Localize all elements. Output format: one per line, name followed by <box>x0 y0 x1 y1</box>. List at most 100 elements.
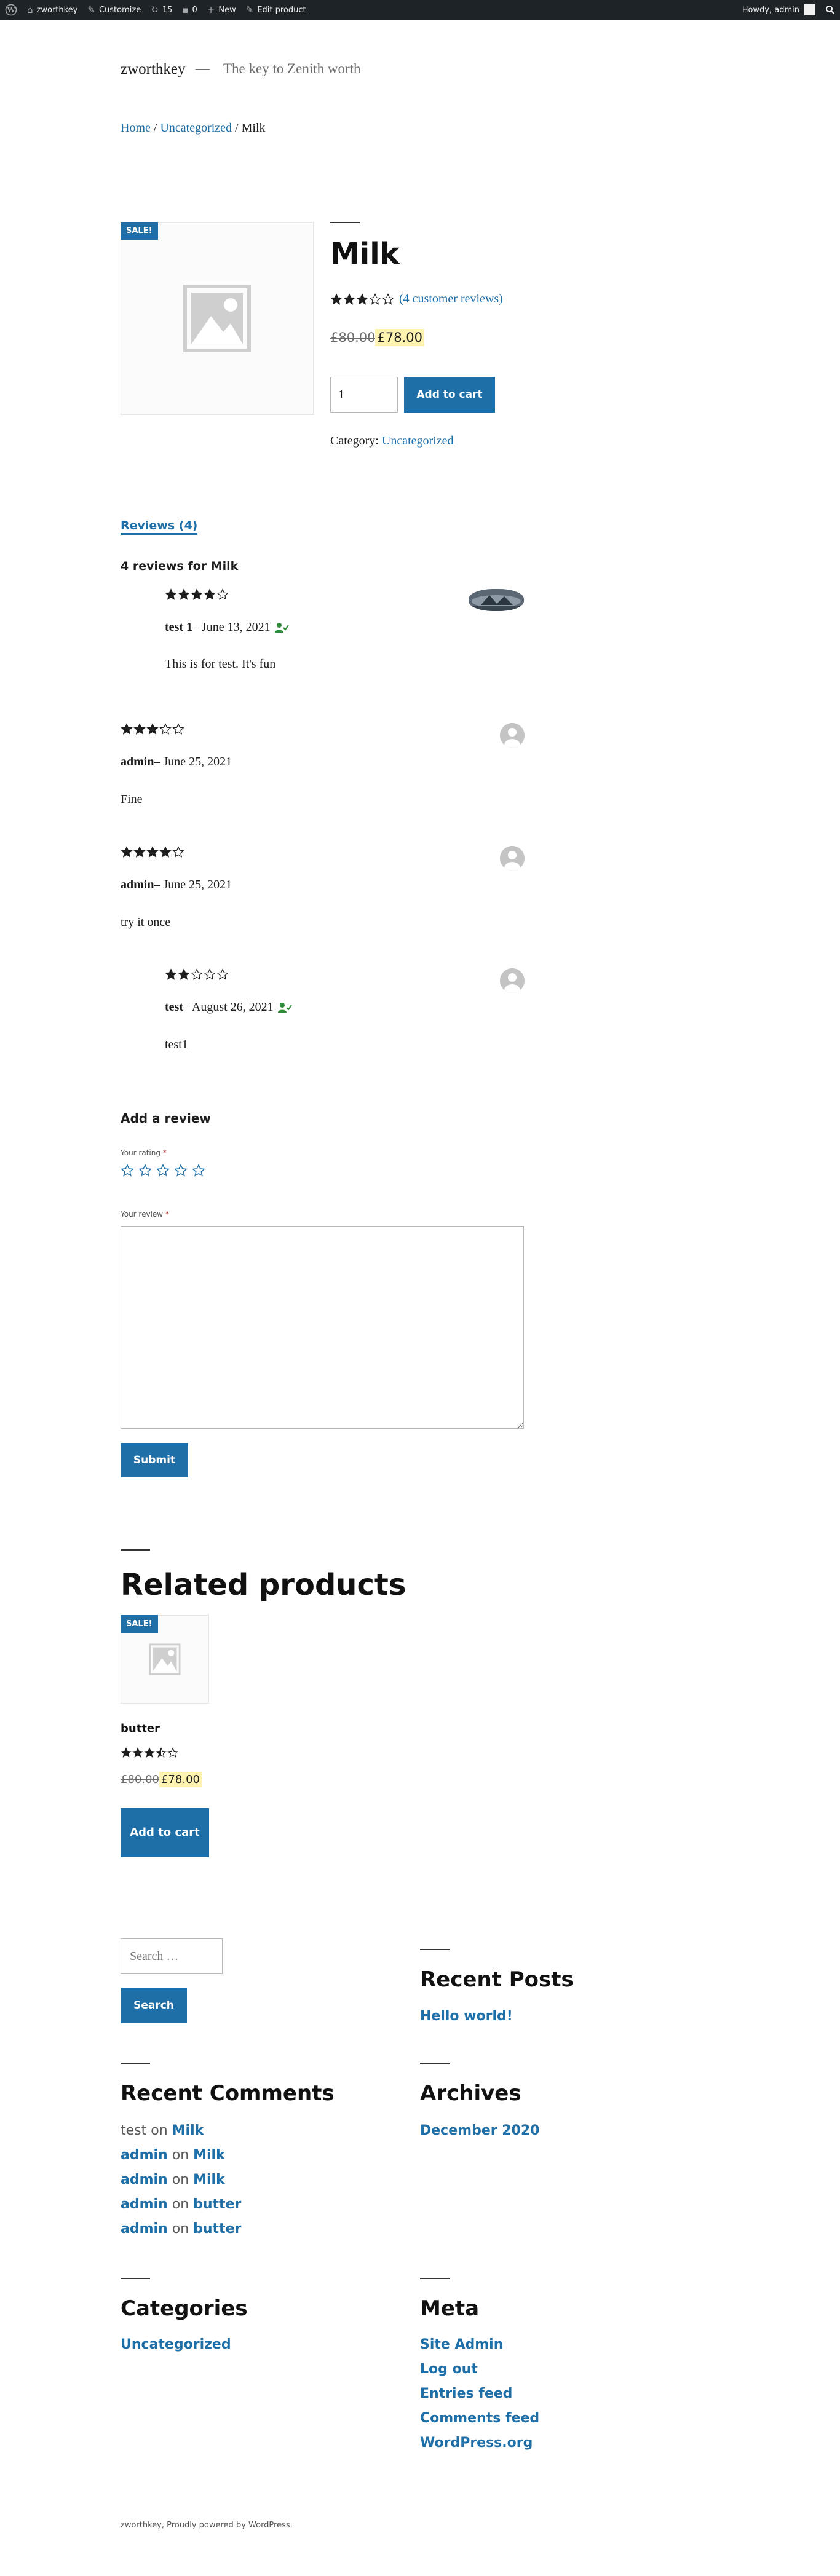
review-textarea[interactable] <box>121 1226 524 1429</box>
meta-list: Site Admin Log out Entries feed Comments… <box>420 2333 539 2455</box>
review-author: test <box>165 1000 183 1014</box>
category-link[interactable]: Uncategorized <box>121 2337 231 2352</box>
related-product-name[interactable]: butter <box>121 1722 160 1735</box>
meta-link-wordpress-org[interactable]: WordPress.org <box>420 2435 533 2451</box>
rate-1-star-button[interactable] <box>121 1164 134 1177</box>
review-meta: test 1 – June 13, 2021 <box>165 620 289 634</box>
recent-comments-list: test on Milk admin on Milk admin on Milk… <box>121 2119 241 2242</box>
widget-decorative-rule <box>420 1949 450 1950</box>
rate-3-stars-button[interactable] <box>156 1164 170 1177</box>
add-to-cart-button[interactable]: Add to cart <box>404 377 495 413</box>
admin-site-link[interactable]: ⌂ zworthkey <box>22 0 82 20</box>
list-item: Hello world! <box>420 2004 513 2029</box>
customize-link[interactable]: ✎ Customize <box>82 0 146 20</box>
breadcrumb: Home / Uncategorized / Milk <box>121 121 266 135</box>
review-author: admin <box>121 878 154 891</box>
related-add-to-cart-button[interactable]: Add to cart <box>121 1808 209 1857</box>
star-filled-icon <box>191 588 203 600</box>
list-item: Log out <box>420 2357 539 2382</box>
comment-author-link[interactable]: admin <box>121 2197 168 2212</box>
admin-avatar <box>804 4 815 15</box>
comment-post-link[interactable]: butter <box>193 2221 241 2237</box>
search-button[interactable]: Search <box>121 1988 187 2023</box>
edit-product-link[interactable]: ✎ Edit product <box>241 0 311 20</box>
widget-decorative-rule <box>121 2278 150 2279</box>
list-item: WordPress.org <box>420 2431 539 2455</box>
regular-price: £80.00 <box>330 330 376 345</box>
image-placeholder-icon <box>183 285 251 352</box>
title-decorative-rule <box>330 222 360 223</box>
comment-author-link[interactable]: admin <box>121 2172 168 2187</box>
related-product-price: £80.00 £78.00 <box>121 1772 202 1787</box>
star-filled-icon <box>343 293 355 305</box>
tab-reviews[interactable]: Reviews (4) <box>121 519 198 535</box>
submit-review-button[interactable]: Submit <box>121 1443 188 1477</box>
wordpress-logo-icon[interactable]: W <box>0 0 22 20</box>
review-label: Your review * <box>121 1210 169 1219</box>
star-filled-icon <box>133 846 146 858</box>
reviewer-avatar <box>500 846 525 871</box>
review-star-rating <box>165 588 229 601</box>
product-title: Milk <box>330 237 400 271</box>
list-item: December 2020 <box>420 2119 539 2143</box>
new-content-link[interactable]: + New <box>202 0 241 20</box>
categories-heading: Categories <box>121 2296 248 2321</box>
comment-post-link[interactable]: Milk <box>172 2123 204 2138</box>
rating-label: Your rating * <box>121 1148 167 1157</box>
rating-selector <box>121 1164 205 1177</box>
related-product-rating <box>121 1747 178 1762</box>
comment-post-link[interactable]: Milk <box>193 2147 225 2163</box>
star-empty-icon <box>382 293 394 305</box>
review-text: try it once <box>121 915 171 929</box>
meta-link-comments-feed[interactable]: Comments feed <box>420 2411 539 2426</box>
sale-badge: SALE! <box>121 1615 158 1633</box>
meta-link-site-admin[interactable]: Site Admin <box>420 2337 503 2352</box>
review-date: – June 25, 2021 <box>154 878 232 891</box>
brush-icon: ✎ <box>87 4 95 15</box>
list-item: test on Milk <box>121 2123 204 2138</box>
meta-link-log-out[interactable]: Log out <box>420 2361 478 2377</box>
comment-post-link[interactable]: butter <box>193 2197 241 2212</box>
archive-link[interactable]: December 2020 <box>420 2123 539 2138</box>
comment-post-link[interactable]: Milk <box>193 2172 225 2187</box>
list-item: Site Admin <box>420 2333 539 2357</box>
review-text: This is for test. It's fun <box>165 657 276 671</box>
category-link[interactable]: Uncategorized <box>382 434 454 448</box>
comment-author-link[interactable]: admin <box>121 2221 168 2237</box>
comment-author-link[interactable]: admin <box>121 2147 168 2163</box>
updates-link[interactable]: ↻ 15 <box>146 0 177 20</box>
star-rating <box>330 293 394 306</box>
breadcrumb-category[interactable]: Uncategorized <box>160 121 232 135</box>
comment-icon: ▪ <box>182 4 189 15</box>
account-menu[interactable]: Howdy, admin <box>737 0 820 20</box>
product-category: Category: Uncategorized <box>330 434 453 448</box>
category-label: Category: <box>330 434 382 448</box>
search-icon[interactable] <box>820 0 840 20</box>
star-empty-icon <box>167 1747 178 1758</box>
rate-4-stars-button[interactable] <box>174 1164 188 1177</box>
comment-author: test <box>121 2123 147 2138</box>
breadcrumb-home[interactable]: Home <box>121 121 151 135</box>
star-empty-icon <box>172 723 184 735</box>
star-filled-icon <box>330 293 343 305</box>
list-item: Entries feed <box>420 2382 539 2406</box>
admin-bar: W ⌂ zworthkey ✎ Customize ↻ 15 ▪ 0 + New ✎ Edi… <box>0 0 840 20</box>
recent-post-link[interactable]: Hello world! <box>420 2009 513 2024</box>
search-input[interactable] <box>121 1938 223 1974</box>
breadcrumb-separator: / <box>150 121 160 135</box>
star-empty-icon <box>216 588 229 600</box>
comments-link[interactable]: ▪ 0 <box>177 0 202 20</box>
star-filled-icon <box>146 723 159 735</box>
sale-price: £78.00 <box>375 329 424 346</box>
customer-reviews-link[interactable]: (4 customer reviews) <box>399 292 503 306</box>
site-title[interactable]: zworthkey <box>121 61 186 78</box>
quantity-input[interactable] <box>330 377 398 413</box>
categories-list: Uncategorized <box>121 2333 231 2357</box>
review-item <box>121 846 184 862</box>
rate-5-stars-button[interactable] <box>192 1164 205 1177</box>
meta-link-entries-feed[interactable]: Entries feed <box>420 2386 512 2401</box>
review-text: Fine <box>121 792 143 806</box>
rate-2-stars-button[interactable] <box>138 1164 152 1177</box>
product-image[interactable] <box>121 222 314 415</box>
reviewer-avatar <box>469 589 524 611</box>
